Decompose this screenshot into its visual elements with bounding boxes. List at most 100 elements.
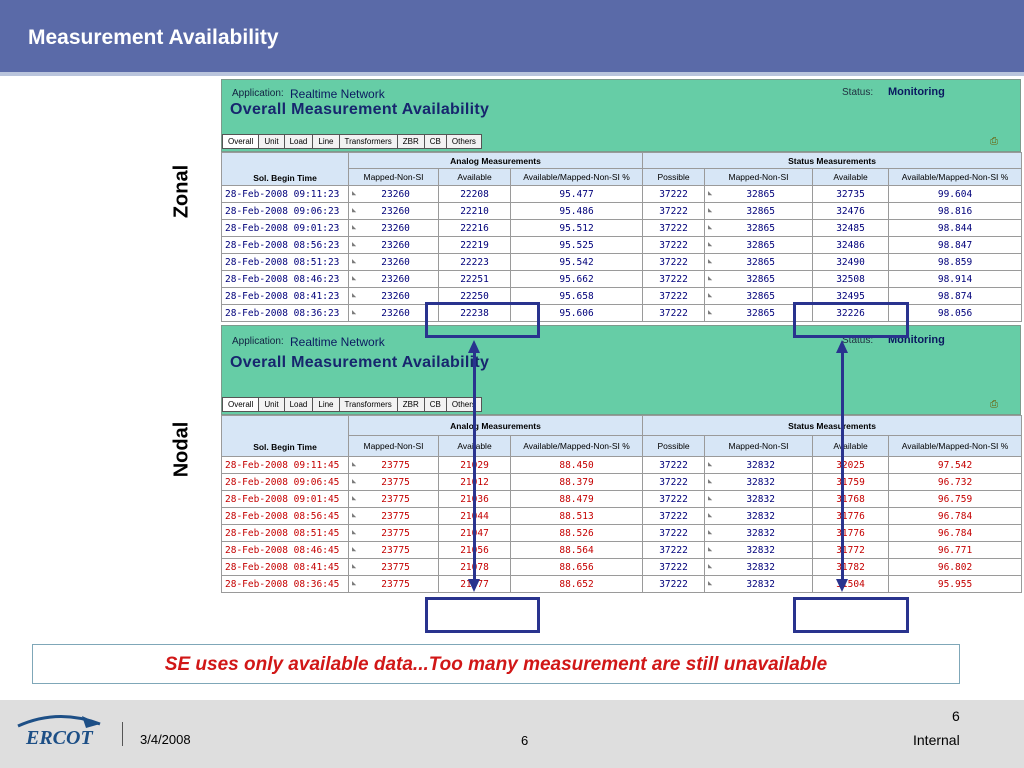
table-row[interactable]: 28-Feb-2008 08:41:45◣237752107888.656372… — [221, 558, 1023, 576]
drilldown-arrow-icon[interactable]: ◣ — [708, 274, 712, 282]
table-cell: ◣ 32832 — [704, 524, 814, 542]
table-cell: 98.847 — [888, 236, 1023, 254]
drilldown-arrow-icon[interactable]: ◣ — [352, 206, 356, 214]
table-row[interactable]: 28-Feb-2008 09:06:45◣237752101288.379372… — [221, 473, 1023, 491]
tab-unit[interactable]: Unit — [259, 135, 285, 148]
drilldown-arrow-icon[interactable]: ◣ — [352, 579, 356, 587]
column-header[interactable]: Sol. Begin Time — [221, 152, 349, 186]
tab-cb[interactable]: CB — [424, 135, 447, 148]
column-header[interactable]: Possible — [642, 168, 706, 186]
column-header[interactable]: Available/Mapped-Non-SI % — [509, 435, 644, 457]
drilldown-arrow-icon[interactable]: ◣ — [352, 528, 356, 536]
tab-zbr[interactable]: ZBR — [397, 398, 425, 411]
column-header[interactable]: Possible — [642, 435, 706, 457]
column-header[interactable]: Mapped-Non-SI — [704, 435, 814, 457]
drilldown-arrow-icon[interactable]: ◣ — [708, 240, 712, 248]
table-row[interactable]: 28-Feb-2008 09:06:23 ◣ 23260 22210 95.486 372… — [221, 202, 1023, 220]
cell-value: 95.512 — [559, 222, 594, 234]
table-cell: 32490 — [812, 253, 890, 271]
table-cell: ◣ 32832 — [704, 541, 814, 559]
table-row[interactable]: 28-Feb-2008 08:46:23 ◣ 23260 22251 95.662 372… — [221, 270, 1023, 288]
drilldown-arrow-icon[interactable]: ◣ — [708, 562, 712, 570]
table-row[interactable]: 28-Feb-2008 09:01:23 ◣ 23260 22216 95.512 372… — [221, 219, 1023, 237]
drilldown-arrow-icon[interactable]: ◣ — [708, 206, 712, 214]
drilldown-arrow-icon[interactable]: ◣ — [352, 189, 356, 197]
cell-value: 96.784 — [937, 527, 973, 539]
column-header[interactable]: Available — [812, 435, 890, 457]
table-row[interactable]: 28-Feb-2008 08:51:23 ◣ 23260 22223 95.542 372… — [221, 253, 1023, 271]
table-cell: 28-Feb-2008 09:01:45 — [221, 490, 349, 508]
cell-value: 32490 — [836, 256, 865, 268]
drilldown-arrow-icon[interactable]: ◣ — [352, 291, 356, 299]
drilldown-arrow-icon[interactable]: ◣ — [352, 223, 356, 231]
drilldown-arrow-icon[interactable]: ◣ — [708, 494, 712, 502]
drilldown-arrow-icon[interactable]: ◣ — [708, 308, 712, 316]
table-cell: 37222 — [642, 507, 706, 525]
drilldown-arrow-icon[interactable]: ◣ — [352, 257, 356, 265]
drilldown-arrow-icon[interactable]: ◣ — [708, 189, 712, 197]
column-header[interactable]: Sol. Begin Time — [221, 415, 349, 457]
tab-transformers[interactable]: Transformers — [339, 398, 398, 411]
column-header[interactable]: Available/Mapped-Non-SI % — [509, 168, 644, 186]
column-header[interactable]: Mapped-Non-SI — [704, 168, 814, 186]
drilldown-arrow-icon[interactable]: ◣ — [708, 545, 712, 553]
cell-value: 97.542 — [937, 459, 973, 471]
column-header[interactable]: Available — [438, 168, 511, 186]
table-row[interactable]: 28-Feb-2008 08:36:45 ◣ 23775 21077 88.652 372… — [221, 575, 1023, 593]
table-row[interactable]: 28-Feb-2008 08:56:23 ◣ 23260 22219 95.525 372… — [221, 236, 1023, 254]
tab-load[interactable]: Load — [284, 398, 314, 411]
cell-value: 22251 — [460, 273, 489, 285]
drilldown-arrow-icon[interactable]: ◣ — [352, 562, 356, 570]
cell-value: 37222 — [659, 510, 688, 522]
tab-load[interactable]: Load — [284, 135, 314, 148]
drilldown-arrow-icon[interactable]: ◣ — [708, 511, 712, 519]
tab-line[interactable]: Line — [313, 398, 340, 411]
drilldown-arrow-icon[interactable]: ◣ — [708, 579, 712, 587]
drilldown-arrow-icon[interactable]: ◣ — [352, 494, 356, 502]
table-row[interactable]: 28-Feb-2008 08:56:45◣237752104488.513372… — [221, 507, 1023, 525]
drilldown-arrow-icon[interactable]: ◣ — [708, 477, 712, 485]
drilldown-arrow-icon[interactable]: ◣ — [708, 528, 712, 536]
table-cell: 32025 — [812, 456, 890, 474]
drilldown-arrow-icon[interactable]: ◣ — [352, 545, 356, 553]
drilldown-arrow-icon[interactable]: ◣ — [708, 460, 712, 468]
cell-value: 88.564 — [559, 544, 594, 556]
drilldown-arrow-icon[interactable]: ◣ — [352, 511, 356, 519]
drilldown-arrow-icon[interactable]: ◣ — [352, 460, 356, 468]
drilldown-arrow-icon[interactable]: ◣ — [708, 223, 712, 231]
slide-footer: ERCOT 3/4/2008 6 6 Internal — [0, 700, 1024, 768]
drilldown-arrow-icon[interactable]: ◣ — [352, 477, 356, 485]
table-cell: 28-Feb-2008 08:56:23 — [221, 236, 349, 254]
column-header[interactable]: Available/Mapped-Non-SI % — [888, 435, 1023, 457]
tab-zbr[interactable]: ZBR — [397, 135, 425, 148]
cell-value: 88.450 — [559, 459, 594, 471]
column-header[interactable]: Mapped-Non-SI — [348, 435, 439, 457]
tab-transformers[interactable]: Transformers — [339, 135, 398, 148]
tab-overall[interactable]: Overall — [223, 135, 260, 148]
print-icon[interactable]: ⎙ — [990, 136, 998, 147]
footer-page-number: 6 — [521, 733, 529, 748]
drilldown-arrow-icon[interactable]: ◣ — [708, 291, 712, 299]
tab-cb[interactable]: CB — [424, 398, 447, 411]
table-cell: 37222 — [642, 575, 706, 593]
drilldown-arrow-icon[interactable]: ◣ — [352, 274, 356, 282]
column-header[interactable]: Available/Mapped-Non-SI % — [888, 168, 1023, 186]
tab-unit[interactable]: Unit — [259, 398, 285, 411]
tab-others[interactable]: Others — [446, 135, 481, 148]
drilldown-arrow-icon[interactable]: ◣ — [708, 257, 712, 265]
table-row[interactable]: 28-Feb-2008 09:11:45◣237752102988.450372… — [221, 456, 1023, 474]
cell-value: 37222 — [659, 307, 688, 319]
drilldown-arrow-icon[interactable]: ◣ — [352, 308, 356, 316]
table-row[interactable]: 28-Feb-2008 08:51:45◣237752104788.526372… — [221, 524, 1023, 542]
print-icon[interactable]: ⎙ — [990, 399, 998, 410]
tab-overall[interactable]: Overall — [223, 398, 260, 411]
tab-line[interactable]: Line — [313, 135, 340, 148]
cell-value: 98.056 — [937, 307, 973, 319]
table-row[interactable]: 28-Feb-2008 09:11:23 ◣ 23260 22208 95.477 372… — [221, 185, 1023, 203]
cell-value: 28-Feb-2008 08:56:45 — [225, 510, 340, 522]
column-header[interactable]: Available — [812, 168, 890, 186]
table-row[interactable]: 28-Feb-2008 09:01:45◣237752103688.479372… — [221, 490, 1023, 508]
drilldown-arrow-icon[interactable]: ◣ — [352, 240, 356, 248]
table-row[interactable]: 28-Feb-2008 08:46:45◣237752105688.564372… — [221, 541, 1023, 559]
column-header[interactable]: Mapped-Non-SI — [348, 168, 439, 186]
